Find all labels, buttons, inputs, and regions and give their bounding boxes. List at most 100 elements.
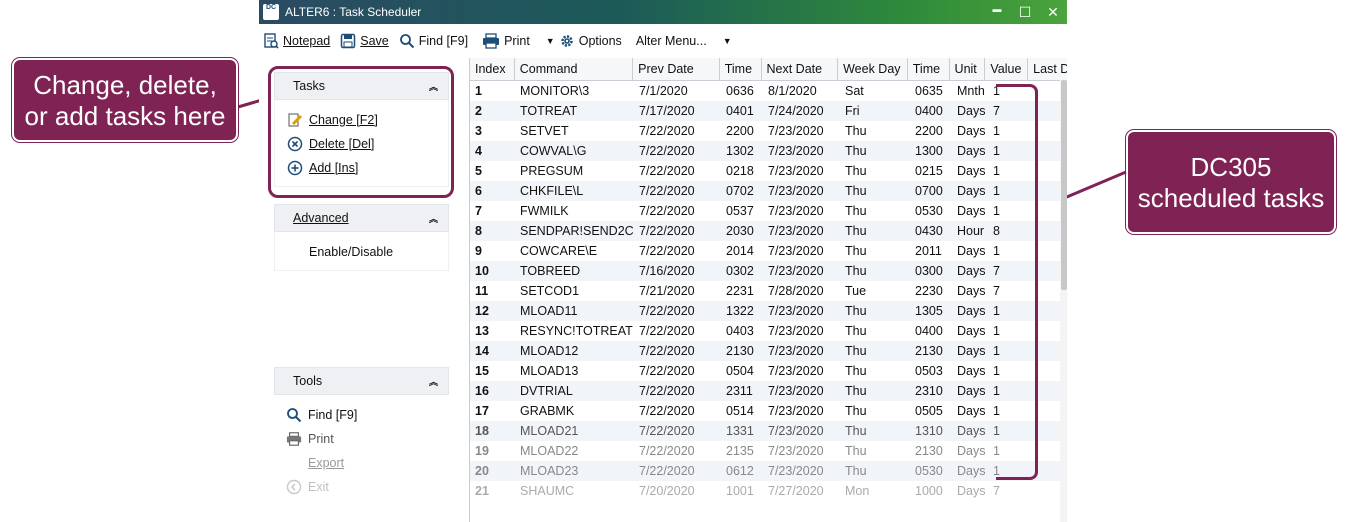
cell-next-date: 7/23/2020 — [768, 464, 824, 478]
print-dropdown-icon[interactable]: ▼ — [546, 36, 555, 46]
table-row[interactable]: 18 MLOAD21 7/22/2020 1331 7/23/2020 Thu 1310 Da… — [470, 421, 1067, 441]
table-row[interactable]: 8 SENDPAR!SEND2CM 7/22/2020 2030 7/23/2020 Th… — [470, 221, 1067, 241]
col-unit[interactable]: Unit — [950, 58, 986, 80]
tools-find-item[interactable]: Find [F9] — [274, 403, 449, 427]
tools-export-item[interactable]: Export — [274, 451, 449, 475]
cell-index: 18 — [475, 424, 489, 438]
minimize-button[interactable]: ▬ — [983, 4, 1011, 21]
cell-time-2: 0430 — [915, 224, 943, 238]
cell-time-2: 2230 — [915, 284, 943, 298]
cell-time: 0702 — [726, 184, 754, 198]
cell-prev-date: 7/22/2020 — [639, 244, 695, 258]
table-row[interactable]: 1 MONITOR\3 7/1/2020 0636 8/1/2020 Sat 0635 Mnt… — [470, 81, 1067, 101]
table-row[interactable]: 3 SETVET 7/22/2020 2200 7/23/2020 Thu 2200 Days… — [470, 121, 1067, 141]
cell-command: TOBREED — [520, 264, 581, 278]
table-row[interactable]: 21 SHAUMC 7/20/2020 1001 7/27/2020 Mon 1000 Day… — [470, 481, 1067, 501]
table-row[interactable]: 14 MLOAD12 7/22/2020 2130 7/23/2020 Thu 2130 Da… — [470, 341, 1067, 361]
table-row[interactable]: 7 FWMILK 7/22/2020 0537 7/23/2020 Thu 0530 Days… — [470, 201, 1067, 221]
cell-index: 1 — [475, 84, 482, 98]
cell-time-2: 1000 — [915, 484, 943, 498]
table-row[interactable]: 16 DVTRIAL 7/22/2020 2311 7/23/2020 Thu 2310 Da… — [470, 381, 1067, 401]
cell-next-date: 7/23/2020 — [768, 384, 824, 398]
table-body: 1 MONITOR\3 7/1/2020 0636 8/1/2020 Sat 0635 Mnt… — [470, 81, 1067, 501]
cell-time: 0403 — [726, 324, 754, 338]
cell-next-date: 7/23/2020 — [768, 404, 824, 418]
notepad-button[interactable]: Notepad — [263, 33, 330, 49]
table-row[interactable]: 6 CHKFILE\L 7/22/2020 0702 7/23/2020 Thu 0700 D… — [470, 181, 1067, 201]
table-row[interactable]: 10 TOBREED 7/16/2020 0302 7/23/2020 Thu 0300 Da… — [470, 261, 1067, 281]
table-row[interactable]: 9 COWCARE\E 7/22/2020 2014 7/23/2020 Thu 2011 D… — [470, 241, 1067, 261]
cell-time-2: 2130 — [915, 444, 943, 458]
cell-prev-date: 7/22/2020 — [639, 184, 695, 198]
cell-prev-date: 7/22/2020 — [639, 324, 695, 338]
col-value[interactable]: Value — [985, 58, 1029, 80]
tools-print-item[interactable]: Print — [274, 427, 449, 451]
cell-next-date: 7/23/2020 — [768, 364, 824, 378]
table-row[interactable]: 4 COWVAL\G 7/22/2020 1302 7/23/2020 Thu 1300 Da… — [470, 141, 1067, 161]
cell-command: MLOAD13 — [520, 364, 579, 378]
cell-week-day: Thu — [845, 144, 867, 158]
col-prev-date[interactable]: Prev Date — [633, 58, 720, 80]
cell-prev-date: 7/22/2020 — [639, 464, 695, 478]
cell-week-day: Thu — [845, 344, 867, 358]
options-label: Options — [578, 34, 622, 48]
cell-unit: Days — [957, 144, 986, 158]
table-row[interactable]: 12 MLOAD11 7/22/2020 1322 7/23/2020 Thu 1305 Da… — [470, 301, 1067, 321]
cell-week-day: Thu — [845, 464, 867, 478]
tools-header[interactable]: Tools ︽ — [274, 367, 449, 395]
cell-time-2: 2200 — [915, 124, 943, 138]
alter-menu-button[interactable]: Alter Menu... — [636, 34, 707, 48]
alter-menu-dropdown-icon[interactable]: ▼ — [723, 36, 732, 46]
cell-time-2: 2310 — [915, 384, 943, 398]
close-button[interactable]: ✕ — [1039, 4, 1067, 21]
enable-disable-item[interactable]: Enable/Disable — [275, 240, 448, 264]
options-button[interactable]: Options — [559, 33, 622, 49]
cell-time-2: 0503 — [915, 364, 943, 378]
cell-command: MLOAD12 — [520, 344, 579, 358]
exit-icon — [286, 479, 302, 495]
collapse-icon[interactable]: ︽ — [429, 212, 438, 225]
save-button[interactable]: Save — [340, 33, 389, 49]
rows-highlight — [996, 84, 1038, 480]
cell-unit: Days — [957, 404, 986, 418]
col-command[interactable]: Command — [515, 58, 634, 80]
table-row[interactable]: 15 MLOAD13 7/22/2020 0504 7/23/2020 Thu 0503 Da… — [470, 361, 1067, 381]
cell-command: COWVAL\G — [520, 144, 587, 158]
table-row[interactable]: 2 TOTREAT 7/17/2020 0401 7/24/2020 Fri 0400 Day… — [470, 101, 1067, 121]
vertical-scrollbar[interactable] — [1060, 80, 1067, 522]
table-row[interactable]: 19 MLOAD22 7/22/2020 2135 7/23/2020 Thu 2130 Da… — [470, 441, 1067, 461]
cell-time-2: 2011 — [915, 244, 942, 258]
collapse-icon[interactable]: ︽ — [429, 375, 438, 388]
cell-time-2: 2130 — [915, 344, 943, 358]
advanced-header[interactable]: Advanced ︽ — [274, 204, 449, 232]
find-button[interactable]: Find [F9] — [399, 33, 468, 49]
table-row[interactable]: 17 GRABMK 7/22/2020 0514 7/23/2020 Thu 0505 Day… — [470, 401, 1067, 421]
table-row[interactable]: 13 RESYNC!TOTREAT 7/22/2020 0403 7/23/2020 Th… — [470, 321, 1067, 341]
cell-time: 2231 — [726, 284, 754, 298]
maximize-button[interactable]: ☐ — [1011, 4, 1039, 21]
print-button[interactable]: Print — [482, 33, 530, 49]
cell-time: 1302 — [726, 144, 754, 158]
save-label: Save — [360, 34, 389, 48]
notepad-icon — [264, 33, 279, 49]
cell-command: MLOAD11 — [520, 304, 578, 318]
cell-value: 7 — [993, 484, 1000, 498]
scroll-thumb[interactable] — [1061, 80, 1067, 290]
col-next-date[interactable]: Next Date — [762, 58, 839, 80]
table-row[interactable]: 11 SETCOD1 7/21/2020 2231 7/28/2020 Tue 2230 Da… — [470, 281, 1067, 301]
col-index[interactable]: Index — [470, 58, 515, 80]
cell-index: 20 — [475, 464, 489, 478]
tasks-highlight — [268, 66, 454, 198]
table-row[interactable]: 5 PREGSUM 7/22/2020 0218 7/23/2020 Thu 0215 Day… — [470, 161, 1067, 181]
col-week-day[interactable]: Week Day — [838, 58, 908, 80]
cell-time-2: 0700 — [915, 184, 943, 198]
cell-time: 2014 — [726, 244, 754, 258]
tools-exit-item[interactable]: Exit — [274, 475, 449, 499]
table-row[interactable]: 20 MLOAD23 7/22/2020 0612 7/23/2020 Thu 0530 Da… — [470, 461, 1067, 481]
cell-index: 16 — [475, 384, 489, 398]
cell-time: 2135 — [726, 444, 754, 458]
col-time-2[interactable]: Time — [908, 58, 950, 80]
cell-unit: Days — [957, 444, 986, 458]
col-time[interactable]: Time — [720, 58, 762, 80]
col-last-date[interactable]: Last D — [1028, 58, 1067, 80]
